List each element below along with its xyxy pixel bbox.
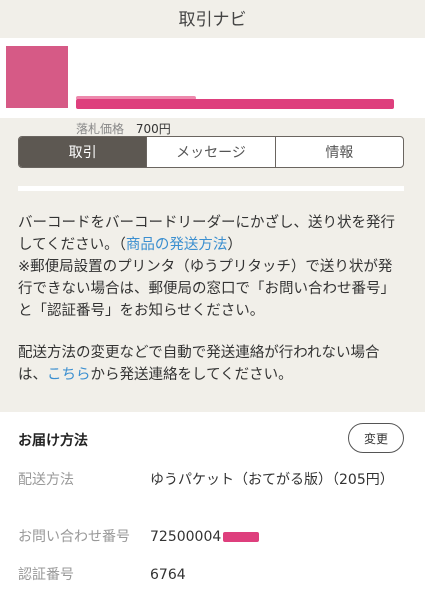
auth-number-row: 認証番号 6764 bbox=[18, 565, 408, 587]
tab-info[interactable]: 情報 bbox=[274, 137, 403, 167]
page-title: 取引ナビ bbox=[178, 9, 247, 30]
tab-message[interactable]: メッセージ bbox=[146, 137, 274, 167]
inquiry-number-label: お問い合わせ番号 bbox=[18, 529, 130, 545]
item-summary-card[interactable]: 落札価格 700円 bbox=[0, 38, 425, 136]
instruction-text-2-end: から発送連絡をしてください。 bbox=[90, 367, 293, 383]
inquiry-number-container: 72500004 bbox=[150, 527, 412, 547]
item-thumbnail[interactable] bbox=[6, 46, 68, 108]
delivery-method-value: ゆうパケット（おてがる版）（205円） bbox=[150, 472, 394, 488]
instruction-paragraph-2: 配送方法の変更などで自動で発送連絡が行われない場合は、こちらから発送連絡をしてく… bbox=[18, 342, 406, 386]
segmented-tabs: 取引 メッセージ 情報 bbox=[18, 136, 404, 168]
inquiry-number-row: お問い合わせ番号 72500004 bbox=[18, 527, 408, 549]
inquiry-number-value: 72500004 bbox=[150, 529, 222, 545]
delivery-method-row: 配送方法 ゆうパケット（おてがる版）（205円） bbox=[18, 470, 408, 514]
delivery-section: お届け方法 変更 配送方法 ゆうパケット（おてがる版）（205円） お問い合わせ… bbox=[0, 412, 425, 600]
page-header: 取引ナビ bbox=[0, 0, 425, 34]
instruction-note: ※郵便局設置のプリンタ（ゆうプリタッチ）で送り状が発行できない場合は、郵便局の窓… bbox=[18, 259, 395, 319]
auth-number-label: 認証番号 bbox=[18, 567, 74, 583]
delivery-method-label: 配送方法 bbox=[18, 472, 74, 488]
inquiry-number-redaction bbox=[223, 532, 260, 542]
shipping-contact-link[interactable]: こちら bbox=[47, 367, 91, 383]
shipping-method-link[interactable]: 商品の発送方法 bbox=[126, 237, 228, 253]
instruction-paragraph-1: バーコードをバーコードリーダーにかざし、送り状を発行してください。（商品の発送方… bbox=[18, 212, 406, 322]
divider bbox=[18, 186, 404, 191]
delivery-title: お届け方法 bbox=[18, 433, 88, 449]
tab-transaction[interactable]: 取引 bbox=[19, 137, 147, 167]
item-title-redaction bbox=[76, 99, 394, 109]
instruction-text-close: ） bbox=[227, 237, 242, 253]
change-delivery-button[interactable]: 変更 bbox=[348, 423, 404, 453]
price-value: 700円 bbox=[135, 122, 171, 136]
auth-number-value: 6764 bbox=[150, 567, 186, 583]
shipping-instructions: バーコードをバーコードリーダーにかざし、送り状を発行してください。（商品の発送方… bbox=[18, 212, 406, 386]
price-row: 落札価格 700円 bbox=[76, 120, 171, 137]
price-label: 落札価格 bbox=[76, 122, 125, 136]
